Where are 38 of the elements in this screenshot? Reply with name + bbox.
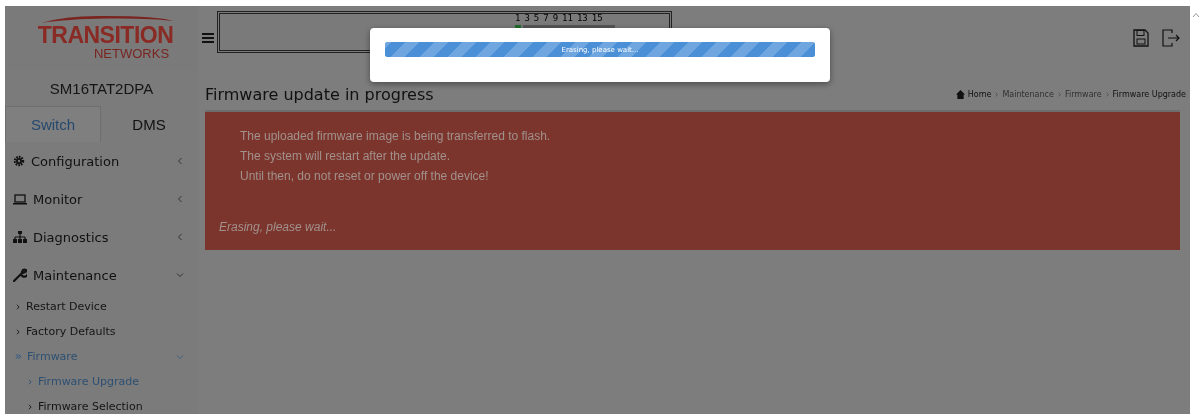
- menu-item[interactable]: Configuration: [5, 142, 198, 180]
- menu-item[interactable]: Monitor: [5, 180, 198, 218]
- breadcrumb-link[interactable]: Firmware: [1064, 89, 1102, 99]
- alert-text: The uploaded firmware image is being transferred to flash.: [240, 128, 552, 145]
- gear-icon: [13, 155, 25, 167]
- breadcrumb-link[interactable]: Home: [967, 89, 992, 99]
- home-icon: [955, 89, 965, 99]
- logo-subtext: NETWORKS: [93, 47, 170, 61]
- tab[interactable]: Switch: [5, 106, 101, 142]
- logo-text: TRANSITION: [37, 23, 174, 47]
- menu-item[interactable]: Diagnostics: [5, 218, 198, 256]
- submenu-item[interactable]: Restart Device: [5, 294, 198, 319]
- logout-icon[interactable]: [1162, 29, 1180, 47]
- scrollbar[interactable]: [1190, 6, 1201, 414]
- chevron-icon: [27, 403, 33, 410]
- submenu-item[interactable]: Firmware Selection: [5, 394, 198, 414]
- menu-icon[interactable]: [202, 32, 214, 44]
- alert-text: Until then, do not reset or power off the device!: [240, 168, 490, 185]
- chevron-icon: [27, 378, 33, 385]
- tab[interactable]: DMS: [101, 106, 197, 142]
- laptop-icon: [13, 193, 27, 205]
- wrench-icon: [13, 268, 27, 282]
- chevron-icon: [15, 328, 21, 335]
- page-title: Firmware update in progress: [205, 84, 434, 104]
- sitemap-icon: [13, 231, 27, 243]
- device-name: SM16TAT2DPA: [48, 79, 155, 99]
- chevron-icon: [15, 303, 21, 310]
- chevron-icon: [1104, 91, 1110, 97]
- chevron-icon: [1056, 91, 1062, 97]
- status-text: Erasing, please wait...: [219, 220, 338, 234]
- alert-text: The system will restart after the update.: [240, 148, 452, 165]
- chevron-icon: [994, 91, 1000, 97]
- menu-item[interactable]: Maintenance: [5, 256, 198, 294]
- breadcrumb-link[interactable]: Firmware Upgrade: [1112, 89, 1186, 99]
- double-chevron-icon: [15, 353, 22, 360]
- breadcrumb-link[interactable]: Maintenance: [1002, 89, 1054, 99]
- submenu-item[interactable]: Factory Defaults: [5, 319, 198, 344]
- save-icon[interactable]: [1133, 29, 1149, 47]
